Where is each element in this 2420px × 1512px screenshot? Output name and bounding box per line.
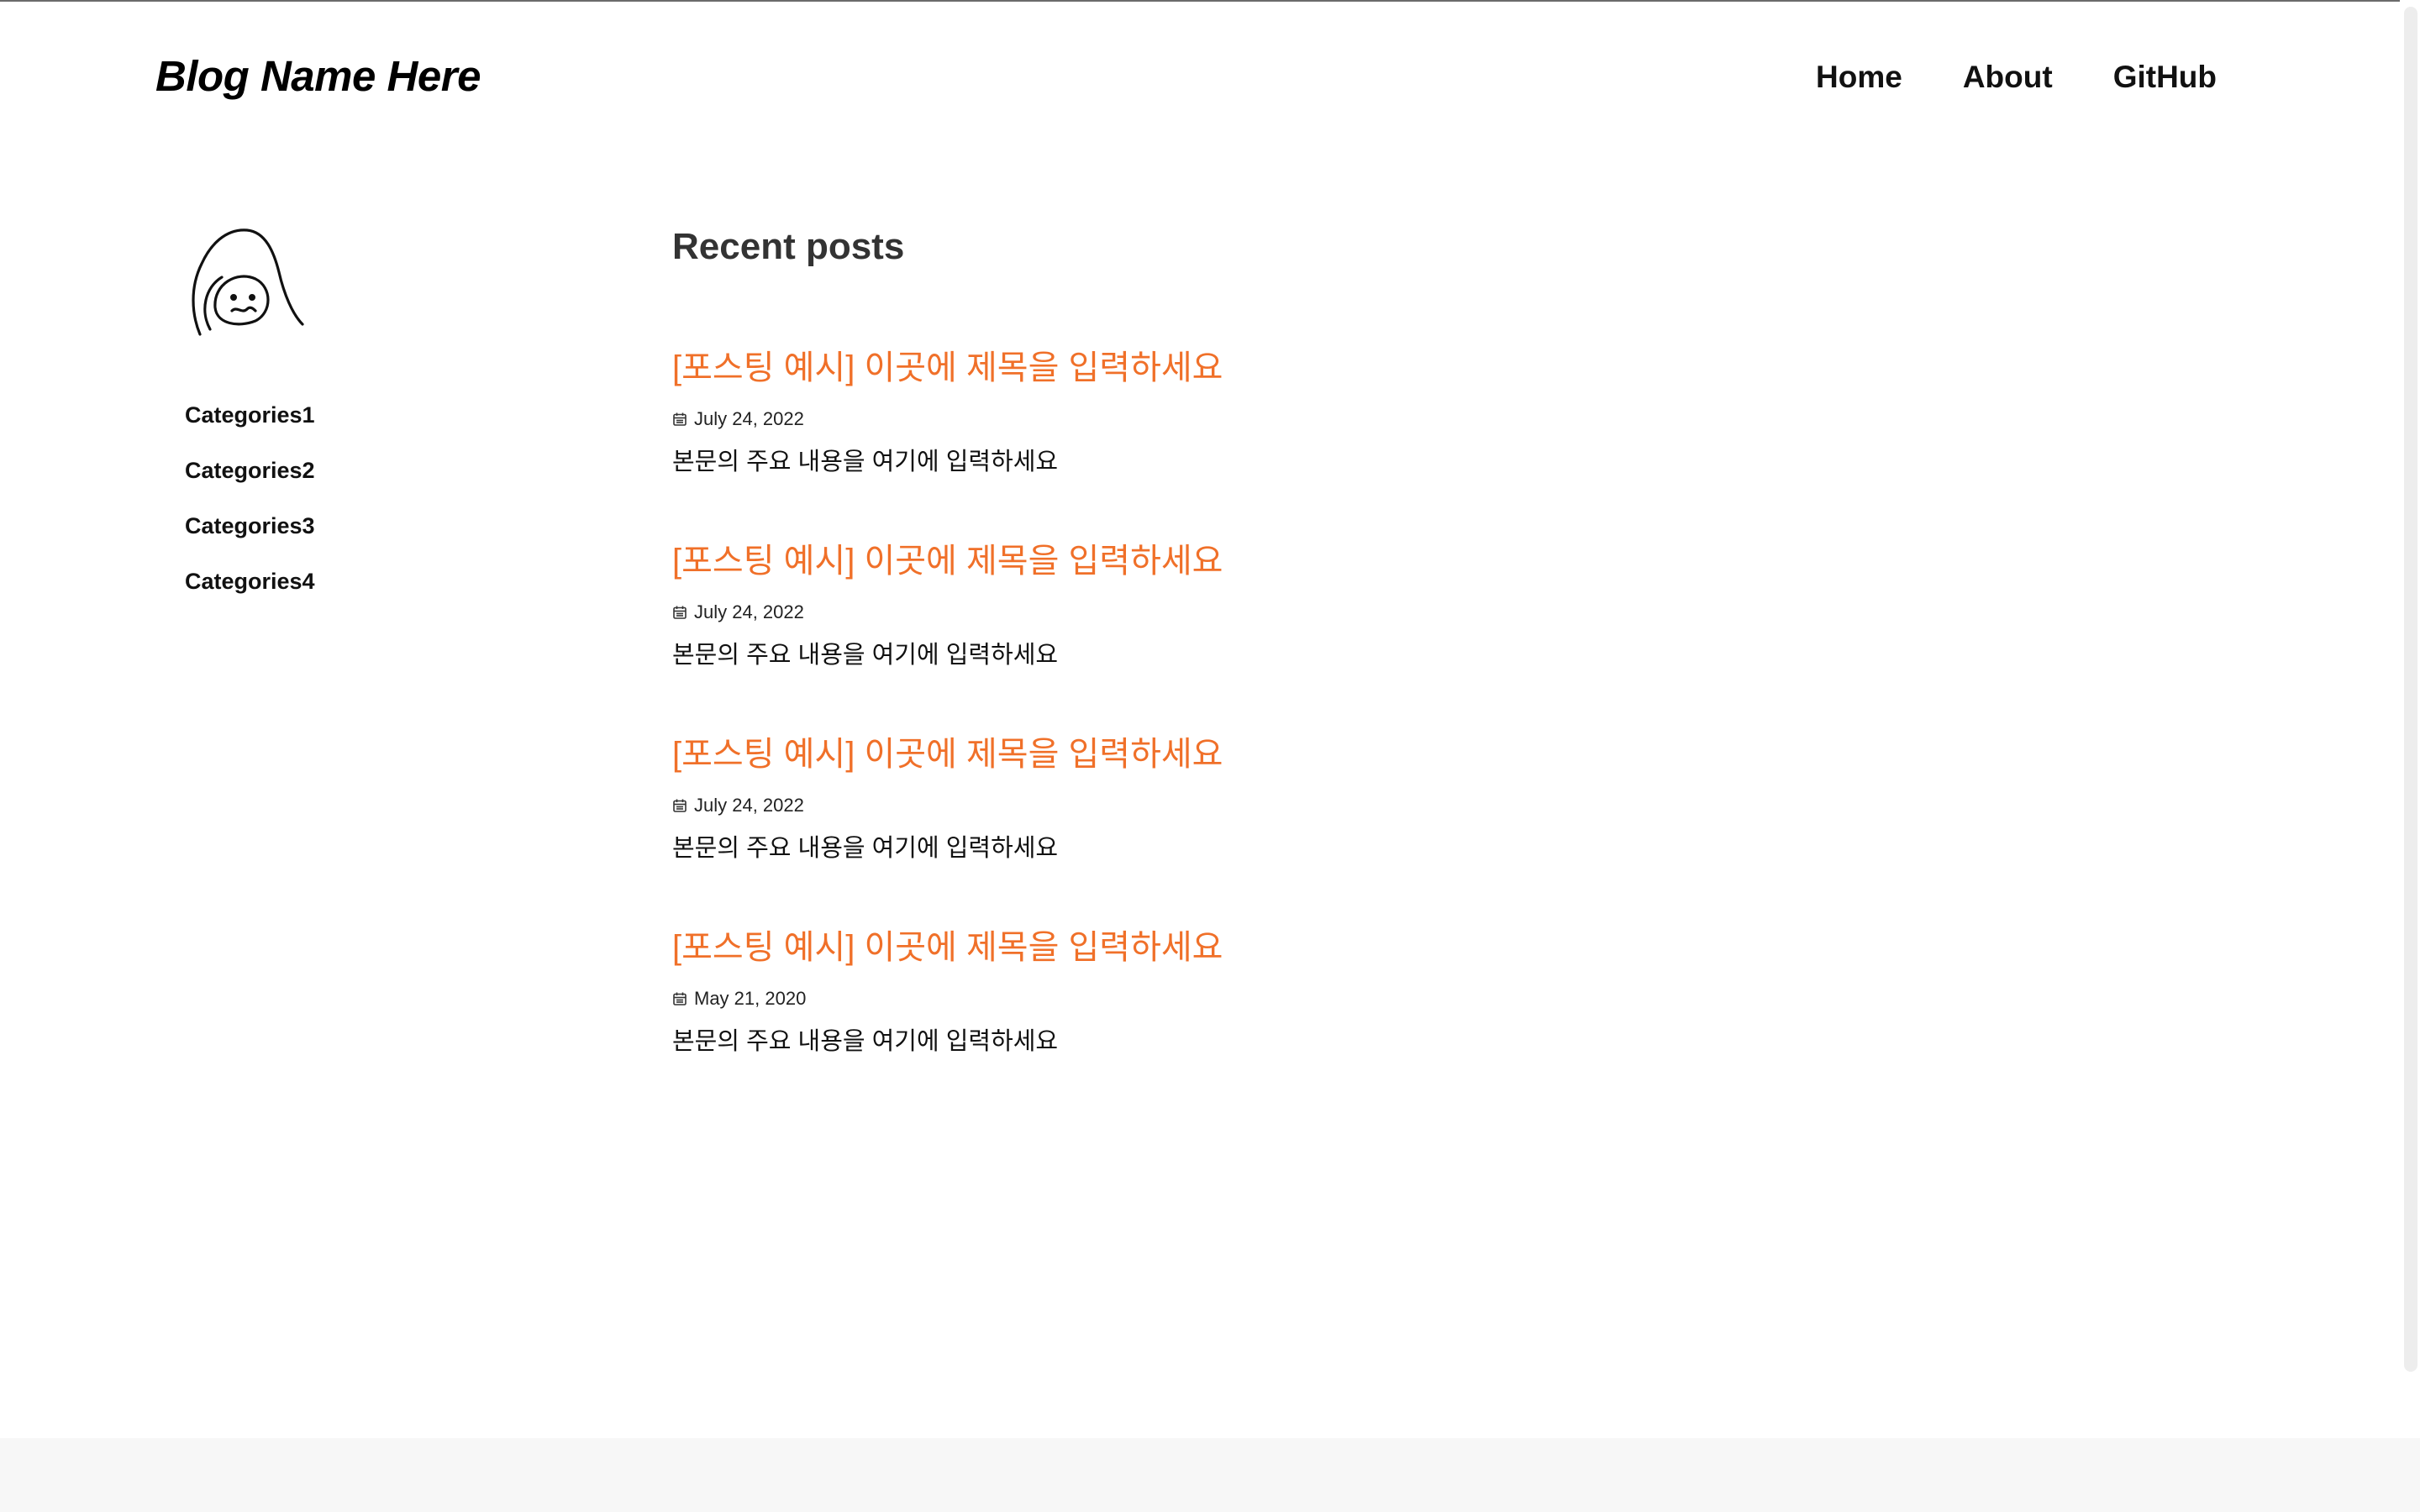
- post-excerpt: 본문의 주요 내용을 여기에 입력하세요: [672, 835, 1059, 862]
- category-list: Categories1 Categories2 Categories3 Cate…: [185, 400, 315, 622]
- calendar-icon: [673, 992, 687, 1005]
- post-item: [포스팅 예시] 이곳에 제목을 입력하세요 July 24, 2022 본문의…: [672, 729, 1849, 922]
- section-title: Recent posts: [672, 226, 905, 267]
- scrollbar-thumb[interactable]: [2404, 7, 2417, 1372]
- post-item: [포스팅 예시] 이곳에 제목을 입력하세요 May 21, 2020 본문의 …: [672, 922, 1849, 1116]
- post-date: July 24, 2022: [694, 795, 804, 816]
- calendar-icon: [673, 799, 687, 812]
- calendar-icon: [673, 412, 687, 426]
- top-border: [0, 0, 2420, 2]
- post-list: [포스팅 예시] 이곳에 제목을 입력하세요 July 24, 2022 본문의…: [672, 343, 1849, 1116]
- category-item-4[interactable]: Categories4: [185, 566, 315, 622]
- post-meta: July 24, 2022: [672, 405, 1849, 433]
- main-nav: Home About GitHub: [1816, 59, 2217, 96]
- blog-title-link[interactable]: Blog Name Here: [155, 50, 481, 102]
- post-title-link[interactable]: [포스팅 예시] 이곳에 제목을 입력하세요: [672, 922, 1849, 973]
- nav-about-link[interactable]: About: [1963, 59, 2053, 96]
- post-excerpt: 본문의 주요 내용을 여기에 입력하세요: [672, 449, 1059, 475]
- avatar-icon: [192, 228, 304, 336]
- post-item: [포스팅 예시] 이곳에 제목을 입력하세요 July 24, 2022 본문의…: [672, 536, 1849, 729]
- post-title-link[interactable]: [포스팅 예시] 이곳에 제목을 입력하세요: [672, 343, 1849, 393]
- category-item-2[interactable]: Categories2: [185, 455, 315, 511]
- post-excerpt: 본문의 주요 내용을 여기에 입력하세요: [672, 1028, 1059, 1055]
- vertical-scrollbar[interactable]: [2400, 0, 2420, 1438]
- post-meta: May 21, 2020: [672, 984, 1849, 1013]
- category-item-1[interactable]: Categories1: [185, 400, 315, 455]
- post-date: May 21, 2020: [694, 988, 807, 1009]
- post-meta: July 24, 2022: [672, 791, 1849, 820]
- site-footer: [0, 1438, 2420, 1512]
- post-item: [포스팅 예시] 이곳에 제목을 입력하세요 July 24, 2022 본문의…: [672, 343, 1849, 536]
- nav-github-link[interactable]: GitHub: [2113, 59, 2217, 96]
- post-title-link[interactable]: [포스팅 예시] 이곳에 제목을 입력하세요: [672, 536, 1849, 586]
- nav-home-link[interactable]: Home: [1816, 59, 1902, 96]
- post-excerpt: 본문의 주요 내용을 여기에 입력하세요: [672, 642, 1059, 669]
- post-date: July 24, 2022: [694, 408, 804, 429]
- category-item-3[interactable]: Categories3: [185, 511, 315, 566]
- post-date: July 24, 2022: [694, 601, 804, 622]
- post-title-link[interactable]: [포스팅 예시] 이곳에 제목을 입력하세요: [672, 729, 1849, 780]
- calendar-icon: [673, 606, 687, 619]
- post-meta: July 24, 2022: [672, 598, 1849, 627]
